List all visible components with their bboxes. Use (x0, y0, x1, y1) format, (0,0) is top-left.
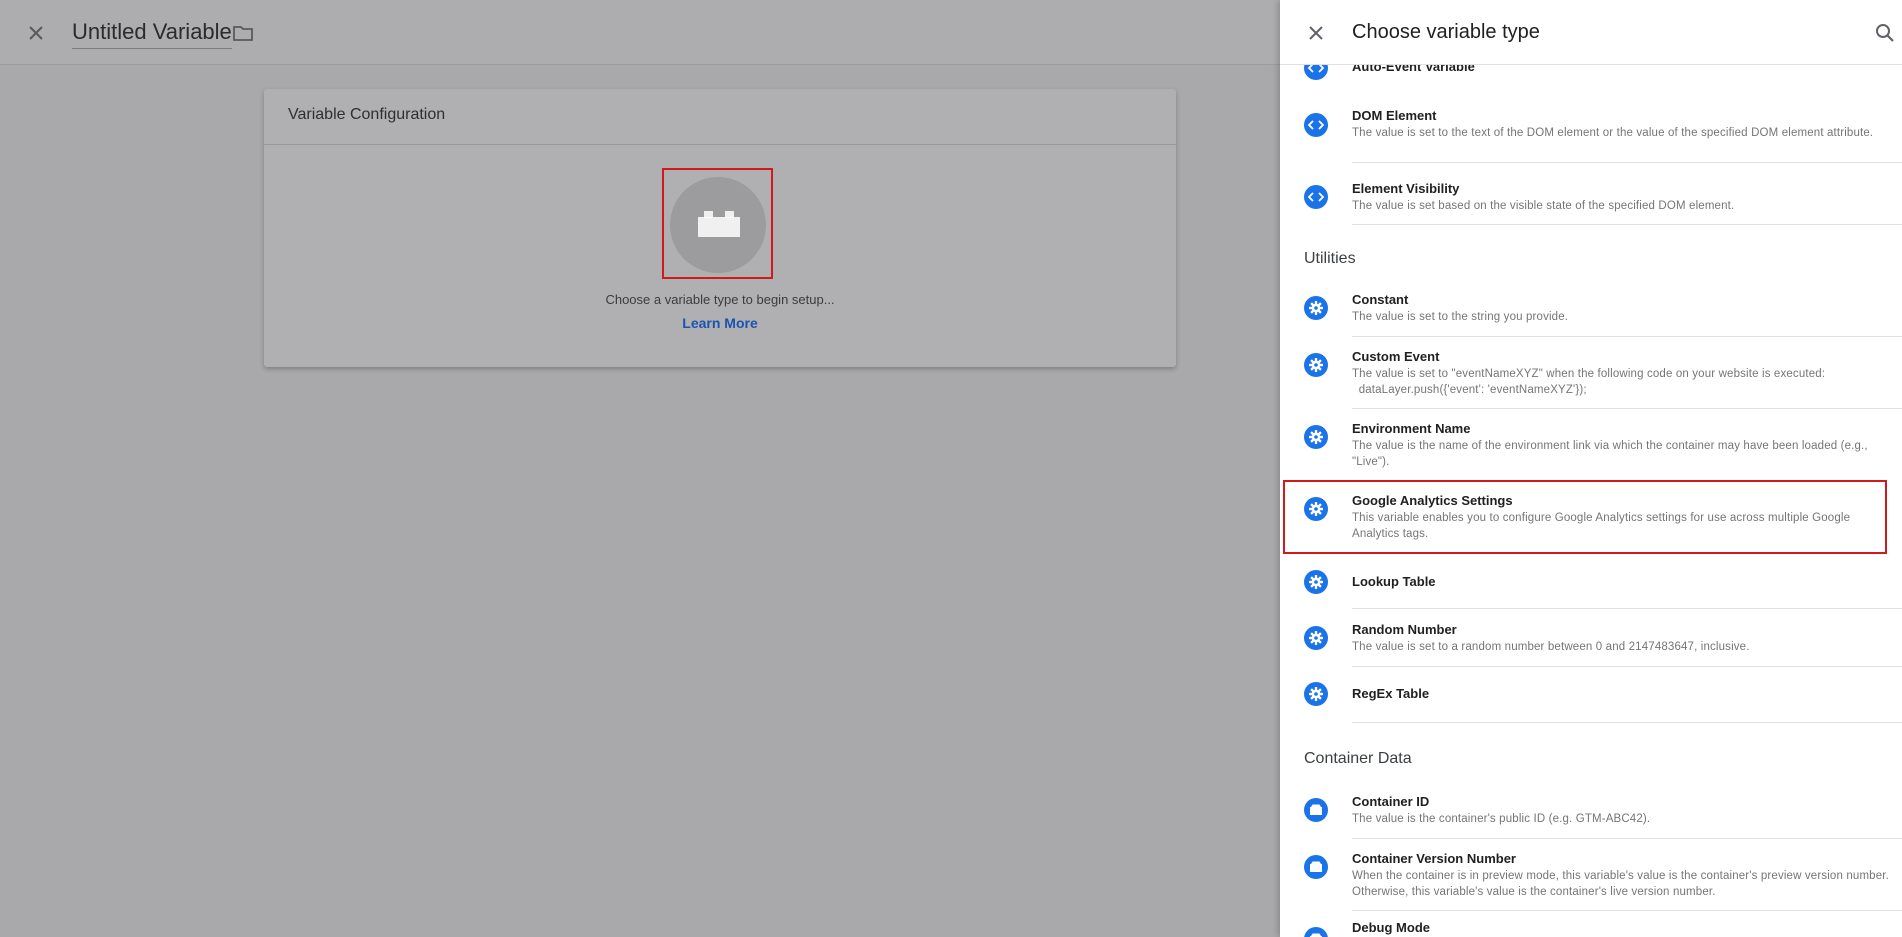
variable-type-custom-event[interactable]: Custom Event The value is set to "eventN… (1280, 346, 1902, 409)
divider (1352, 224, 1902, 225)
panel-header: Choose variable type (1280, 0, 1902, 65)
code-icon (1304, 185, 1328, 209)
item-name: Element Visibility (1352, 181, 1460, 196)
variable-type-lookup-table[interactable]: Lookup Table (1280, 566, 1902, 609)
code-icon (1304, 113, 1328, 137)
item-name: Constant (1352, 292, 1409, 307)
gear-icon (1304, 570, 1328, 594)
gear-icon (1304, 425, 1328, 449)
variable-type-environment-name[interactable]: Environment Name The value is the name o… (1280, 418, 1902, 480)
panel-title: Choose variable type (1352, 21, 1540, 43)
item-name: Custom Event (1352, 349, 1440, 364)
highlight-box (662, 168, 773, 279)
divider (264, 144, 1176, 145)
variable-configuration-card: Variable Configuration Choose a variable… (264, 89, 1176, 367)
gear-icon (1304, 296, 1328, 320)
item-description: The value is set to the text of the DOM … (1352, 127, 1874, 139)
divider (1352, 910, 1902, 911)
variable-type-constant[interactable]: Constant The value is set to the string … (1280, 288, 1902, 337)
item-name: RegEx Table (1352, 686, 1430, 701)
divider (1352, 336, 1902, 337)
variable-type-random-number[interactable]: Random Number The value is set to a rand… (1280, 618, 1902, 667)
item-description: The value is set based on the visible st… (1352, 200, 1735, 212)
item-description: The value is the name of the environment… (1352, 440, 1872, 468)
item-name: Lookup Table (1352, 574, 1436, 589)
choose-variable-type-panel: Choose variable type Auto-Event Variable… (1280, 0, 1902, 937)
item-description: When the container is in preview mode, t… (1352, 870, 1893, 898)
card-title: Variable Configuration (288, 106, 446, 123)
item-name: Random Number (1352, 622, 1457, 637)
variable-type-container-version-number[interactable]: Container Version Number When the contai… (1280, 848, 1902, 911)
folder-icon[interactable] (232, 22, 254, 44)
divider (1352, 608, 1902, 609)
container-icon (1304, 855, 1328, 879)
variable-type-debug-mode[interactable]: Debug Mode (1280, 920, 1902, 937)
container-icon (1304, 927, 1328, 937)
divider (1352, 838, 1902, 839)
item-name: Environment Name (1352, 421, 1471, 436)
learn-more-link[interactable]: Learn More (264, 315, 1176, 331)
item-name: Container Version Number (1352, 851, 1516, 866)
container-icon (1304, 798, 1328, 822)
search-icon[interactable] (1874, 22, 1896, 44)
gear-icon (1304, 682, 1328, 706)
item-name: Debug Mode (1352, 920, 1430, 935)
item-description: The value is set to "eventNameXYZ" when … (1352, 368, 1826, 396)
variable-name-input[interactable]: Untitled Variable (72, 19, 232, 49)
close-icon[interactable] (25, 22, 47, 44)
variable-type-element-visibility[interactable]: Element Visibility The value is set base… (1280, 172, 1902, 225)
item-description: The value is set to the string you provi… (1352, 311, 1569, 323)
variable-type-dom-element[interactable]: DOM Element The value is set to the text… (1280, 100, 1902, 163)
variable-type-container-id[interactable]: Container ID The value is the container'… (1280, 790, 1902, 839)
gear-icon (1304, 353, 1328, 377)
highlight-box (1283, 480, 1887, 554)
item-name: Container ID (1352, 794, 1430, 809)
item-description: The value is the container's public ID (… (1352, 813, 1651, 825)
divider (1352, 666, 1902, 667)
item-description: The value is set to a random number betw… (1352, 641, 1750, 653)
item-name: DOM Element (1352, 108, 1437, 123)
variable-editor: Untitled Variable Variable Configuration… (0, 0, 1280, 937)
gear-icon (1304, 626, 1328, 650)
section-utilities: Utilities (1304, 250, 1356, 267)
choose-type-hint: Choose a variable type to begin setup... (605, 292, 835, 307)
divider (1352, 722, 1902, 723)
close-icon[interactable] (1305, 22, 1327, 44)
divider (1352, 408, 1902, 409)
divider (1352, 162, 1902, 163)
variable-type-regex-table[interactable]: RegEx Table (1280, 680, 1902, 723)
editor-header: Untitled Variable (0, 0, 1280, 65)
section-container-data: Container Data (1304, 750, 1412, 767)
